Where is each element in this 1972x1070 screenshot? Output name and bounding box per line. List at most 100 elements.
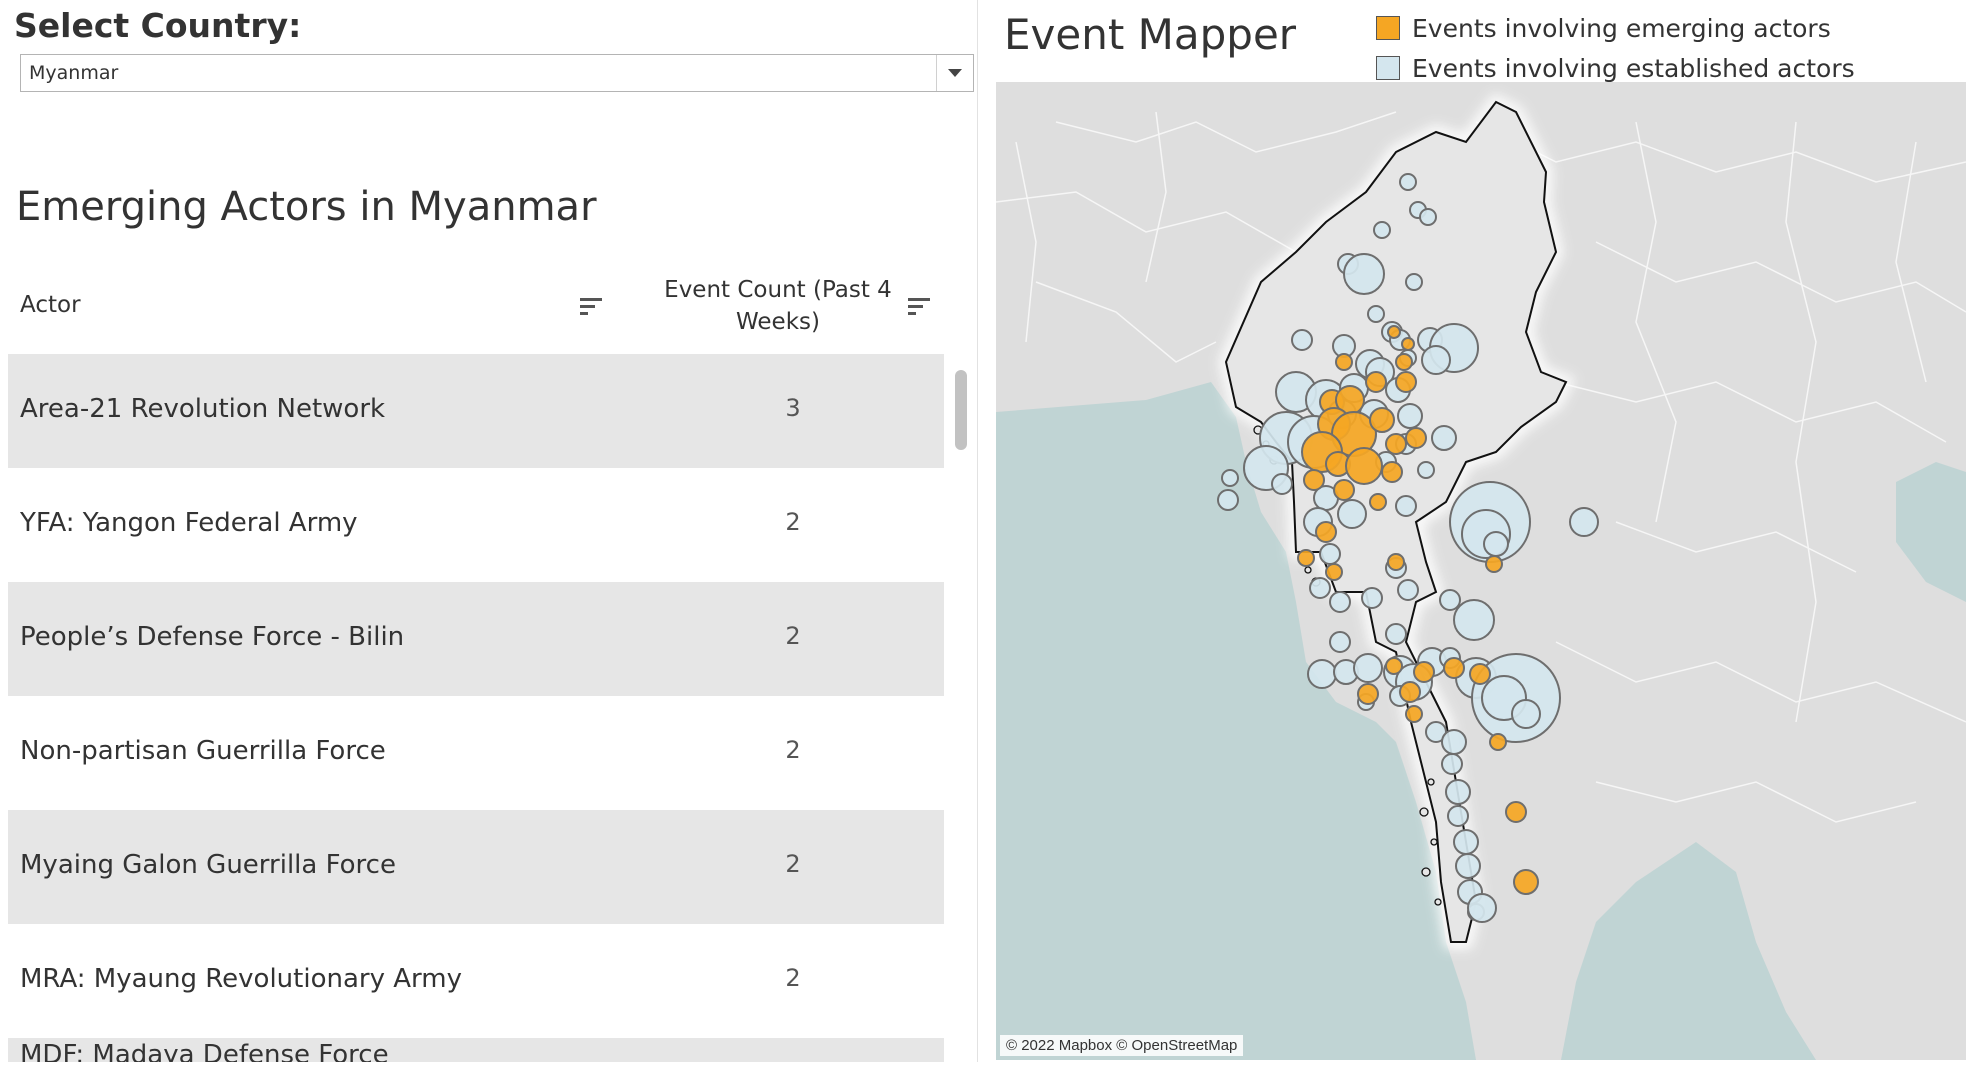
emerging-event-marker[interactable] <box>1385 433 1407 455</box>
emerging-event-marker[interactable] <box>1325 563 1343 581</box>
established-event-marker[interactable] <box>1307 659 1337 689</box>
table-row[interactable]: MDF: Madaya Defense Force <box>8 1038 944 1062</box>
established-event-marker[interactable] <box>1419 208 1437 226</box>
emerging-event-marker[interactable] <box>1365 371 1387 393</box>
legend-label: Events involving emerging actors <box>1412 14 1831 43</box>
established-event-marker[interactable] <box>1445 779 1471 805</box>
established-event-marker[interactable] <box>1343 253 1385 295</box>
emerging-event-marker[interactable] <box>1333 479 1355 501</box>
established-event-marker[interactable] <box>1453 829 1479 855</box>
sort-count-icon[interactable] <box>908 298 930 320</box>
established-event-marker[interactable] <box>1319 543 1341 565</box>
emerging-actors-title: Emerging Actors in Myanmar <box>16 184 597 230</box>
column-header-event-count[interactable]: Event Count (Past 4 Weeks) <box>648 274 908 338</box>
established-event-marker[interactable] <box>1511 699 1541 729</box>
actor-name: Area-21 Revolution Network <box>20 394 386 424</box>
table-row[interactable]: Non-partisan Guerrilla Force 2 <box>8 696 944 810</box>
event-map[interactable]: © 2022 Mapbox © OpenStreetMap <box>996 82 1966 1060</box>
table-scrollbar[interactable] <box>954 354 968 1062</box>
emerging-event-marker[interactable] <box>1405 427 1427 449</box>
event-count: 2 <box>785 964 801 992</box>
emerging-event-marker[interactable] <box>1357 683 1379 705</box>
actor-name: People’s Defense Force - Bilin <box>20 622 405 652</box>
country-filter-title: Select Country: <box>14 6 302 45</box>
country-select-value: Myanmar <box>29 62 119 84</box>
established-event-marker[interactable] <box>1467 893 1497 923</box>
emerging-event-marker[interactable] <box>1395 353 1413 371</box>
established-event-marker[interactable] <box>1367 305 1385 323</box>
table-row[interactable]: Area-21 Revolution Network 3 <box>8 354 944 468</box>
emerging-event-marker[interactable] <box>1443 657 1465 679</box>
established-event-marker[interactable] <box>1441 729 1467 755</box>
emerging-event-marker[interactable] <box>1315 521 1337 543</box>
emerging-event-marker[interactable] <box>1405 705 1423 723</box>
established-event-marker[interactable] <box>1353 653 1383 683</box>
established-event-marker[interactable] <box>1291 329 1313 351</box>
emerging-event-marker[interactable] <box>1387 553 1405 571</box>
emerging-event-marker[interactable] <box>1505 801 1527 823</box>
established-event-marker[interactable] <box>1483 531 1509 557</box>
established-event-marker[interactable] <box>1329 591 1351 613</box>
scrollbar-thumb[interactable] <box>955 370 967 450</box>
emerging-event-marker[interactable] <box>1387 325 1401 339</box>
chevron-down-icon[interactable] <box>936 55 973 91</box>
table-row[interactable]: MRA: Myaung Revolutionary Army 2 <box>8 924 944 1038</box>
emerging-event-marker[interactable] <box>1489 733 1507 751</box>
emerging-event-marker[interactable] <box>1401 337 1415 351</box>
established-event-marker[interactable] <box>1447 805 1469 827</box>
established-event-marker[interactable] <box>1431 425 1457 451</box>
actor-name: Non-partisan Guerrilla Force <box>20 736 386 766</box>
established-event-marker[interactable] <box>1397 579 1419 601</box>
emerging-event-marker[interactable] <box>1469 663 1491 685</box>
map-title: Event Mapper <box>1004 10 1297 59</box>
emerging-event-marker[interactable] <box>1513 869 1539 895</box>
emerging-event-marker[interactable] <box>1385 657 1403 675</box>
actor-name: YFA: Yangon Federal Army <box>20 508 358 538</box>
established-event-marker[interactable] <box>1217 489 1239 511</box>
event-count: 2 <box>785 508 801 536</box>
established-event-marker[interactable] <box>1373 221 1391 239</box>
established-event-marker[interactable] <box>1395 495 1417 517</box>
established-event-marker[interactable] <box>1405 273 1423 291</box>
emerging-event-marker[interactable] <box>1303 469 1325 491</box>
established-event-marker[interactable] <box>1441 753 1463 775</box>
emerging-event-marker[interactable] <box>1369 407 1395 433</box>
established-event-marker[interactable] <box>1453 599 1495 641</box>
emerging-event-marker[interactable] <box>1399 681 1421 703</box>
established-event-marker[interactable] <box>1417 461 1435 479</box>
established-event-marker[interactable] <box>1271 473 1293 495</box>
legend-label: Events involving established actors <box>1412 54 1855 83</box>
established-event-marker[interactable] <box>1385 623 1407 645</box>
established-event-marker[interactable] <box>1221 469 1239 487</box>
established-event-marker[interactable] <box>1439 589 1461 611</box>
event-count: 3 <box>785 394 801 422</box>
established-event-marker[interactable] <box>1421 345 1451 375</box>
emerging-event-marker[interactable] <box>1345 447 1383 485</box>
emerging-event-marker[interactable] <box>1485 555 1503 573</box>
actor-name: Myaing Galon Guerrilla Force <box>20 850 396 880</box>
established-event-marker[interactable] <box>1361 587 1383 609</box>
emerging-event-marker[interactable] <box>1413 661 1435 683</box>
emerging-event-marker[interactable] <box>1369 493 1387 511</box>
emerging-event-marker[interactable] <box>1381 461 1403 483</box>
emerging-event-marker[interactable] <box>1297 549 1315 567</box>
sort-actor-icon[interactable] <box>580 298 602 320</box>
emerging-event-marker[interactable] <box>1335 353 1353 371</box>
established-event-marker[interactable] <box>1337 499 1367 529</box>
table-row[interactable]: Myaing Galon Guerrilla Force 2 <box>8 810 944 924</box>
emerging-event-marker[interactable] <box>1395 371 1417 393</box>
table-row[interactable]: YFA: Yangon Federal Army 2 <box>8 468 944 582</box>
table-header: Actor Event Count (Past 4 Weeks) <box>8 268 944 348</box>
gulf-tonkin <box>1896 462 1966 602</box>
established-event-marker[interactable] <box>1569 507 1599 537</box>
established-event-marker[interactable] <box>1329 631 1351 653</box>
country-select[interactable]: Myanmar <box>20 54 974 92</box>
table-row[interactable]: People’s Defense Force - Bilin 2 <box>8 582 944 696</box>
established-event-marker[interactable] <box>1399 173 1417 191</box>
legend-swatch-established <box>1376 56 1400 80</box>
legend-swatch-emerging <box>1376 16 1400 40</box>
established-event-marker[interactable] <box>1397 403 1423 429</box>
established-event-marker[interactable] <box>1455 853 1481 879</box>
column-header-actor[interactable]: Actor <box>20 292 81 318</box>
established-event-marker[interactable] <box>1309 577 1331 599</box>
